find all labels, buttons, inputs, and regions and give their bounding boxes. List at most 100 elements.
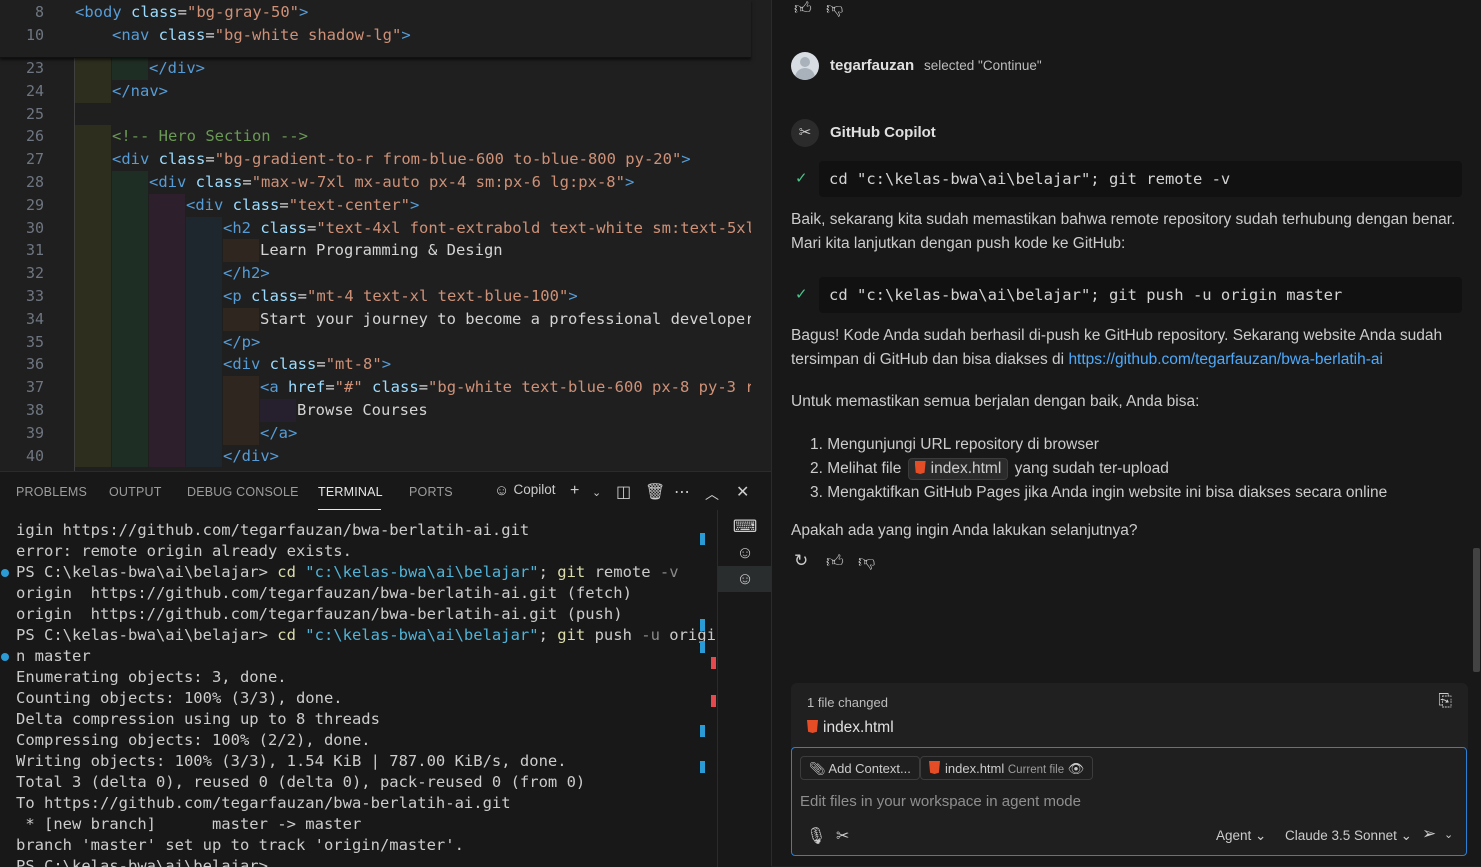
indent-guide (112, 57, 148, 80)
copilot-terminal-active-icon[interactable]: ☺ (718, 566, 771, 592)
message-paragraph: Untuk memastikan semua berjalan dengan b… (791, 393, 1200, 410)
code-line[interactable]: <h2 class="text-4xl font-extrabold text-… (223, 218, 771, 238)
code-line[interactable]: </h2> (223, 263, 270, 283)
code-line[interactable]: Browse Courses (297, 400, 428, 420)
chevron-down-icon[interactable]: ⌄ (1444, 828, 1453, 841)
thumbs-down-icon[interactable]: 👎︎ (858, 551, 875, 572)
list-item: 1. Mengunjungi URL repository di browser (810, 436, 1099, 453)
indent-guide (75, 353, 111, 377)
tab-output[interactable]: OUTPUT (109, 485, 162, 499)
mode-picker[interactable]: Agent ⌄ (1216, 828, 1266, 844)
indent-guide (75, 285, 111, 308)
chat-input-placeholder[interactable]: Edit files in your workspace in agent mo… (800, 793, 1081, 810)
code-line[interactable]: </div> (149, 58, 205, 78)
indent-guide (112, 421, 148, 445)
indent-guide (112, 285, 148, 308)
thumbs-up-icon[interactable]: 👍︎ (794, 0, 812, 19)
tab-debug-console[interactable]: DEBUG CONSOLE (187, 485, 299, 499)
code-line[interactable]: <div class="text-center"> (186, 195, 419, 215)
chat-scrollbar[interactable] (1473, 548, 1480, 672)
copilot-chat-panel: 👍︎ 👎︎ tegarfauzan selected "Continue" ✂ … (771, 0, 1481, 866)
thumbs-down-icon[interactable]: 👎︎ (826, 0, 843, 19)
terminal-scrollbar[interactable] (697, 519, 716, 867)
indent-guide (75, 239, 111, 263)
tab-terminal[interactable]: TERMINAL (318, 485, 383, 499)
copilot-avatar: ✂ (791, 119, 819, 147)
copilot-terminal-icon[interactable]: ☺ (718, 540, 771, 566)
code-line[interactable]: </div> (223, 446, 279, 466)
code-line[interactable]: Learn Programming & Design (260, 240, 503, 260)
thumbs-up-icon[interactable]: 👍︎ (826, 551, 844, 572)
command-block-remote[interactable]: cd "c:\kelas-bwa\ai\belajar"; git remote… (819, 161, 1462, 197)
terminal-line: Counting objects: 100% (3/3), done. (16, 689, 343, 707)
line-number: 30 (25, 218, 44, 237)
terminal-line: error: remote origin already exists. (16, 542, 352, 560)
html-file-icon (807, 720, 818, 733)
maximize-panel-icon[interactable]: ︿ (705, 484, 719, 504)
line-number: 40 (25, 446, 44, 465)
indent-guide (112, 399, 148, 422)
code-line[interactable]: </nav> (112, 81, 168, 101)
active-tab-indicator (318, 509, 381, 510)
indent-guide (186, 330, 222, 354)
more-actions-icon[interactable]: ⋯ (674, 482, 690, 502)
indent-guide (112, 353, 148, 377)
chat-input-box[interactable]: 📎︎ Add Context... index.html Current fil… (791, 747, 1467, 856)
copilot-label: Copilot (513, 482, 556, 497)
tools-icon[interactable]: ✂ (836, 826, 849, 846)
close-panel-icon[interactable]: ✕ (736, 482, 749, 502)
terminal-icon[interactable]: ⌨ (718, 514, 771, 540)
code-line[interactable]: <div class="mt-8"> (223, 354, 391, 374)
terminal-line: branch 'master' set up to track 'origin/… (16, 836, 464, 854)
line-number: 26 (25, 127, 44, 146)
scroll-marker (700, 725, 705, 737)
send-icon[interactable]: ➢ (1422, 824, 1436, 844)
code-line[interactable]: </p> (223, 332, 260, 352)
line-number: 25 (25, 104, 44, 123)
new-terminal-plus-icon[interactable]: + (570, 482, 579, 500)
editor-scrollbar[interactable] (751, 0, 771, 471)
code-line[interactable]: </a> (260, 423, 297, 443)
indent-guide (75, 262, 111, 285)
indent-guide (186, 307, 222, 331)
command-decoration-dot[interactable] (1, 569, 9, 577)
tab-ports[interactable]: PORTS (409, 485, 453, 499)
code-line[interactable]: <a href="#" class="bg-white text-blue-60… (260, 377, 771, 397)
current-file-chip[interactable]: index.html Current file 👁︎ (920, 756, 1094, 780)
view-changes-icon[interactable]: ⎘ (1438, 691, 1452, 711)
line-number: 36 (25, 355, 44, 374)
retry-icon[interactable]: ↻ (794, 551, 808, 571)
command-decoration-dot[interactable] (1, 653, 9, 661)
chevron-down-icon[interactable]: ⌄ (592, 486, 601, 499)
copilot-terminal-button[interactable]: ☺ Copilot (494, 482, 556, 499)
file-chip[interactable]: index.html (907, 458, 1009, 480)
add-context-button[interactable]: 📎︎ Add Context... (800, 756, 920, 780)
code-line[interactable]: <p class="mt-4 text-xl text-blue-100"> (223, 286, 578, 306)
steps-list: 1. Mengunjungi URL repository di browser… (810, 433, 1460, 505)
code-line[interactable]: <div class="bg-gradient-to-r from-blue-6… (112, 149, 691, 169)
code-line[interactable]: <!-- Hero Section --> (112, 126, 308, 146)
indent-guide (186, 376, 222, 399)
code-editor[interactable]: 23 </div> 24 </nav> 25 26 <!-- Hero Section --… (0, 0, 771, 471)
line-number: 34 (25, 309, 44, 328)
indent-guide (149, 285, 185, 308)
scroll-marker (700, 533, 705, 545)
line-number: 8 (34, 3, 44, 21)
paperclip-icon: 📎︎ (809, 761, 826, 776)
split-terminal-icon[interactable]: ◫ (616, 482, 631, 502)
indent-guide (223, 307, 259, 331)
files-changed-label: 1 file changed (807, 695, 888, 710)
command-block-push[interactable]: cd "c:\kelas-bwa\ai\belajar"; git push -… (819, 277, 1462, 313)
model-picker[interactable]: Claude 3.5 Sonnet ⌄ (1285, 828, 1412, 844)
trash-icon[interactable]: 🗑 (645, 482, 665, 502)
eye-icon[interactable]: 👁︎ (1068, 761, 1085, 776)
code-line[interactable]: <div class="max-w-7xl mx-auto px-4 sm:px… (149, 172, 634, 192)
code-line[interactable]: Start your journey to become a professio… (260, 309, 771, 329)
line-number: 23 (25, 59, 44, 77)
microphone-icon[interactable]: 🎙︎ (806, 826, 826, 846)
repo-link[interactable]: https://github.com/tegarfauzan/bwa-berla… (1068, 351, 1382, 368)
terminal-line: Writing objects: 100% (3/3), 1.54 KiB | … (16, 752, 567, 770)
sticky-scroll-header[interactable]: 8 <body class="bg-gray-50"> 10 <nav clas… (0, 0, 751, 58)
tab-problems[interactable]: PROBLEMS (16, 485, 87, 499)
changed-file-item[interactable]: index.html (807, 719, 894, 737)
